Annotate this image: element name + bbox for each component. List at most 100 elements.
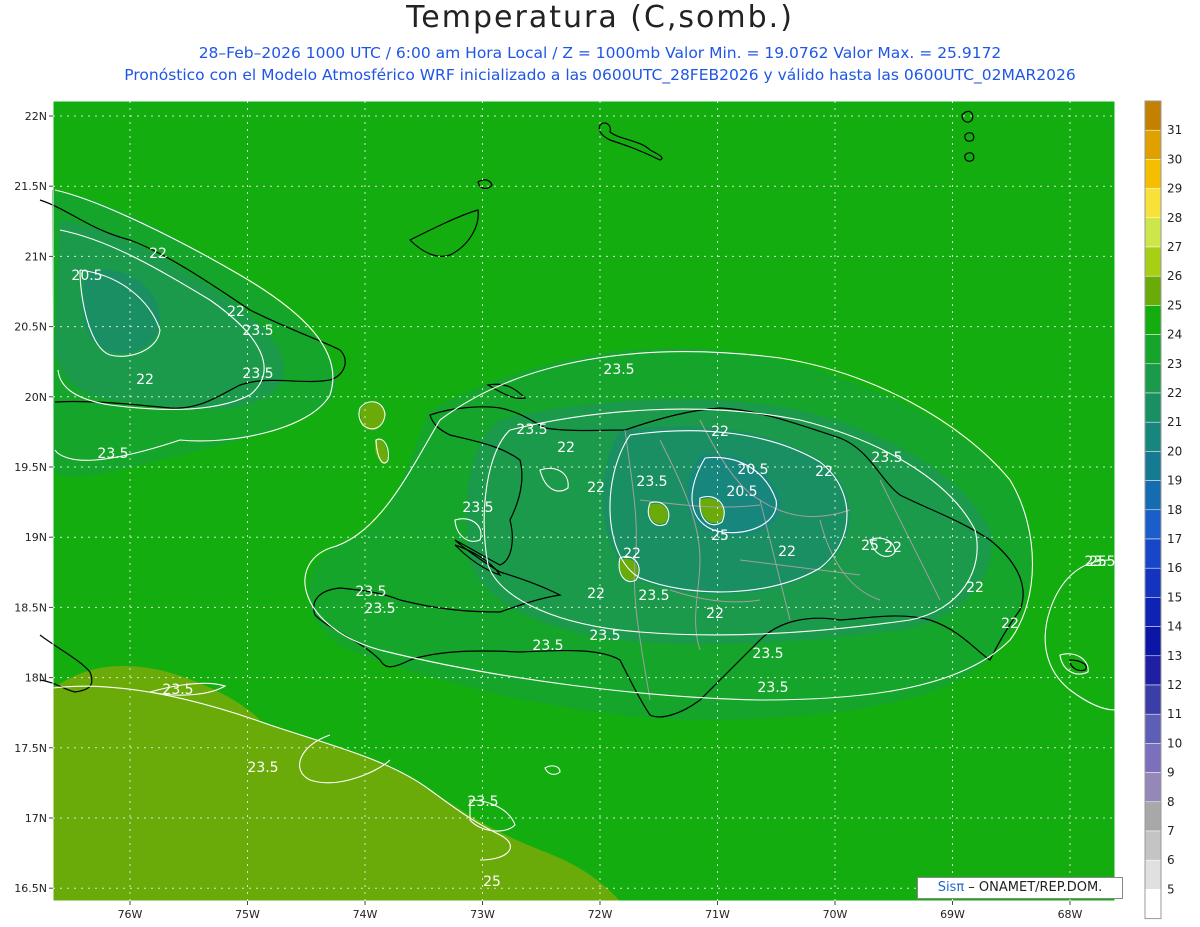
contour-label: 23.5 — [97, 446, 128, 462]
colorbar-swatch — [1144, 801, 1162, 832]
colorbar-label: 25 — [1167, 298, 1182, 312]
temperature-map: 2220.523.52222 23.523.523.522222220.520.5… — [14, 100, 1182, 921]
colorbar-swatch — [1144, 626, 1162, 657]
contour-label: 22 — [149, 246, 167, 262]
colorbar-label: 31 — [1167, 123, 1182, 137]
colorbar-label: 22 — [1167, 386, 1182, 400]
contour-label: 23.5 — [871, 450, 902, 466]
contour-label: 23.5 — [589, 628, 620, 644]
contour-label: 23.5 — [242, 366, 273, 382]
lon-label: 75W — [235, 908, 260, 921]
colorbar-label: 9 — [1167, 766, 1175, 780]
contour-label: 23.5 — [757, 680, 788, 696]
credit-box: Sisπ – ONAMET/REP.DOM. — [917, 877, 1123, 899]
credit-text: – ONAMET/REP.DOM. — [964, 880, 1103, 895]
contour-label: 22 — [815, 464, 833, 480]
contour-label: 23.5 — [162, 682, 193, 698]
lon-label: 73W — [470, 908, 495, 921]
colorbar-label: 12 — [1167, 678, 1182, 692]
colorbar-swatch — [1144, 305, 1162, 335]
subtitle-model-info: Pronóstico con el Modelo Atmosférico WRF… — [124, 66, 1076, 84]
colorbar-swatch — [1144, 363, 1162, 394]
colorbar-swatch — [1144, 567, 1162, 598]
colorbar: 31 30 29 28 27 26 25 24 23 22 21 20 19 18 17 16 15 14 13 12… — [1144, 100, 1182, 920]
contour-label: 22 — [1001, 616, 1019, 632]
colorbar-swatch — [1144, 684, 1162, 715]
colorbar-swatch — [1144, 188, 1162, 219]
subtitle-valid-time: 28–Feb–2026 1000 UTC / 6:00 am Hora Loca… — [198, 44, 1002, 62]
colorbar-swatch — [1144, 509, 1162, 540]
colorbar-swatch — [1144, 100, 1162, 131]
colorbar-label: 21 — [1167, 415, 1182, 429]
colorbar-label: 11 — [1167, 707, 1182, 721]
contour-label: 23.5 — [516, 422, 547, 438]
contour-label: 23.5 — [752, 646, 783, 662]
contour-label: 22 — [587, 480, 605, 496]
colorbar-label: 18 — [1167, 503, 1182, 517]
colorbar-swatch — [1144, 275, 1162, 306]
colorbar-swatch — [1144, 421, 1162, 452]
colorbar-label: 17 — [1167, 532, 1182, 546]
colorbar-label: 24 — [1167, 328, 1182, 342]
longitude-axis: 76W 75W 74W 73W 72W 71W 70W 69W 68W — [118, 901, 1083, 921]
contour-label: 23.5 — [247, 760, 278, 776]
colorbar-swatch — [1144, 246, 1162, 277]
contour-label: 25 — [483, 874, 501, 890]
contour-label: 25 — [1089, 554, 1107, 570]
colorbar-swatch — [1144, 538, 1162, 569]
colorbar-swatch — [1144, 480, 1162, 511]
contour-label: 25 — [711, 528, 729, 544]
lat-label: 17.5N — [14, 742, 47, 755]
contour-label: 20.5 — [71, 268, 102, 284]
lat-label: 22N — [25, 110, 47, 123]
lat-label: 19.5N — [14, 461, 47, 474]
contour-label: 22 — [623, 546, 641, 562]
colorbar-label: 10 — [1167, 736, 1182, 750]
colorbar-swatch — [1144, 830, 1162, 861]
colorbar-label: 28 — [1167, 211, 1182, 225]
map-title: Temperatura (C,somb.) — [406, 0, 794, 35]
colorbar-label: 15 — [1167, 590, 1182, 604]
credit-brand: Sisπ — [937, 880, 965, 895]
colorbar-label: 16 — [1167, 561, 1182, 575]
colorbar-swatch — [1144, 159, 1162, 189]
contour-label: 22 — [706, 606, 724, 622]
colorbar-swatch — [1144, 713, 1162, 744]
colorbar-swatch — [1144, 772, 1162, 803]
contour-label: 22 — [711, 424, 729, 440]
contour-label: 23.5 — [467, 794, 498, 810]
contour-label: 23.5 — [638, 588, 669, 604]
contour-label: 22 — [557, 440, 575, 456]
lon-label: 76W — [118, 908, 143, 921]
contour-label: 22 — [587, 586, 605, 602]
colorbar-label: 14 — [1167, 620, 1182, 634]
lat-label: 19N — [25, 531, 47, 544]
colorbar-label: 8 — [1167, 795, 1175, 809]
contour-label: 22 — [884, 540, 902, 556]
lat-label: 20N — [25, 391, 47, 404]
lon-label: 74W — [353, 908, 378, 921]
contour-label: 23.5 — [355, 584, 386, 600]
colorbar-swatch — [1144, 334, 1162, 365]
colorbar-swatch — [1144, 743, 1162, 773]
colorbar-swatch — [1144, 451, 1162, 481]
colorbar-label: 7 — [1167, 824, 1175, 838]
contour-label: 20.5 — [737, 462, 768, 478]
contour-label: 25 — [861, 538, 879, 554]
colorbar-label: 6 — [1167, 853, 1175, 867]
lon-label: 68W — [1058, 908, 1083, 921]
colorbar-swatch — [1144, 655, 1162, 686]
colorbar-label: 5 — [1167, 882, 1175, 896]
contour-label: 20.5 — [726, 484, 757, 500]
colorbar-swatch — [1144, 597, 1162, 627]
contour-label: 22 — [227, 304, 245, 320]
contour-label: 23.5 — [364, 601, 395, 617]
colorbar-label: 19 — [1167, 474, 1182, 488]
contour-label: 23.5 — [603, 362, 634, 378]
contour-label: 22 — [778, 544, 796, 560]
latitude-axis: 22N 21.5N 21N 20.5N 20N 19.5N 19N 18.5N 18N 17.5N… — [14, 110, 53, 895]
colorbar-label: 20 — [1167, 444, 1182, 458]
lat-label: 16.5N — [14, 882, 47, 895]
colorbar-label: 13 — [1167, 649, 1182, 663]
colorbar-swatch — [1144, 129, 1162, 160]
